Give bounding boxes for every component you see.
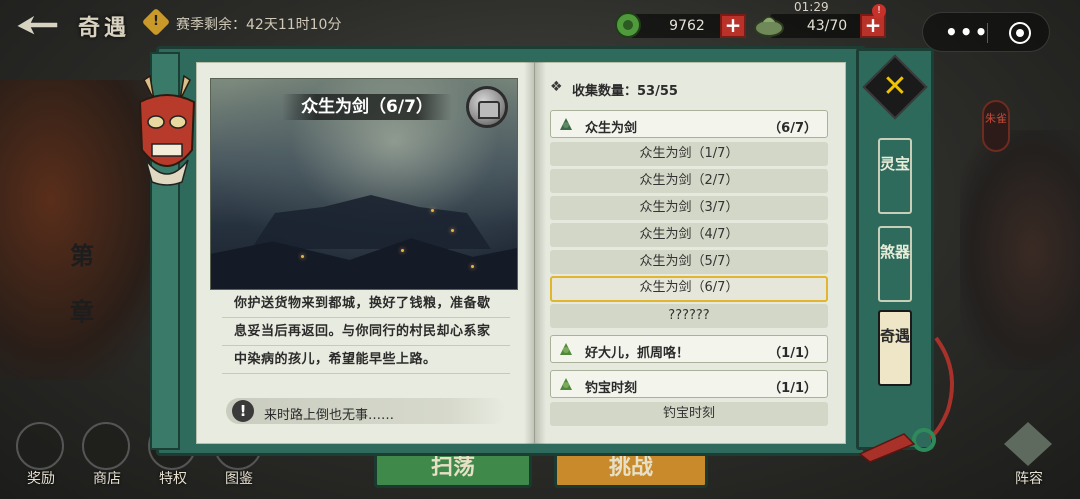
scene-lantern	[431, 209, 434, 212]
story-group-row[interactable]: 众生为剑 （6/7）	[550, 110, 828, 138]
capsule-divider	[987, 23, 988, 43]
scene-rooftops-far	[251, 195, 491, 249]
chapter-entry[interactable]: 众生为剑（1/7）	[550, 142, 828, 166]
add-jade-button[interactable]: +	[720, 14, 746, 38]
group-name: 钓宝时刻	[585, 381, 638, 396]
zhuque-badge[interactable]: 朱雀	[982, 100, 1010, 152]
story-desc-line: 你护送货物来到都城，换好了钱粮，准备歇	[222, 290, 510, 318]
energy-currency: 43/70 +	[752, 10, 892, 40]
leaf-cluster-icon	[560, 118, 572, 130]
close-mini-program-icon[interactable]	[1009, 22, 1031, 44]
collection-count: 收集数量：53/55	[572, 84, 678, 99]
demon-mask-icon	[138, 74, 196, 186]
nav-lineup-label: 阵容	[1015, 471, 1043, 487]
energy-icon	[754, 16, 784, 37]
season-warning-icon: !	[141, 7, 171, 37]
energy-value: 43/70	[806, 18, 848, 34]
season-warning-glyph: !	[153, 14, 159, 29]
energy-alert-badge: !	[872, 4, 886, 18]
group-count: （6/7）	[768, 121, 817, 136]
nav-shop-label: 商店	[93, 471, 121, 487]
leaf-cluster-icon	[560, 378, 572, 390]
chapter-entry[interactable]: 众生为剑（3/7）	[550, 196, 828, 220]
nav-reward[interactable]: 奖励	[12, 420, 70, 499]
leaf-cluster-icon	[560, 343, 572, 355]
scene-lantern	[301, 255, 304, 258]
story-desc-line: 中染病的孩儿，希望能早些上路。	[222, 346, 510, 374]
right-character-art	[960, 130, 1080, 370]
story-title: 众生为剑（6/7）	[282, 94, 452, 120]
nav-lineup[interactable]: 阵容	[994, 420, 1064, 490]
add-energy-button[interactable]: +	[860, 14, 886, 38]
close-icon[interactable]: ✕	[872, 64, 918, 110]
jade-icon	[615, 12, 641, 38]
group-name: 好大儿，抓周咯！	[585, 346, 690, 361]
jade-value: 9762	[669, 18, 705, 34]
top-bar: 奇遇 ! 赛季剩余：42天11时10分 9762 + 01:29 43/70 +…	[0, 0, 1080, 52]
group-count: （1/1）	[768, 381, 817, 396]
collection-count-icon: ❖	[550, 79, 563, 95]
story-description: 你护送货物来到都城，换好了钱粮，准备歇 息妥当后再返回。与你同行的村民却心系家 …	[222, 290, 510, 374]
chapter-entry[interactable]: 众生为剑（4/7）	[550, 223, 828, 247]
nav-reward-label: 奖励	[27, 471, 55, 487]
back-button[interactable]	[12, 8, 60, 40]
gift-icon	[16, 422, 64, 470]
chapter-entry[interactable]: 钓宝时刻	[550, 402, 828, 426]
shop-icon	[82, 422, 130, 470]
jade-currency: 9762 +	[612, 10, 752, 40]
scene-lantern	[471, 265, 474, 268]
hint-text: 来时路上倒也无事……	[264, 408, 395, 423]
chapter-entry[interactable]: 众生为剑（5/7）	[550, 250, 828, 274]
chapter-entry[interactable]: 众生为剑（2/7）	[550, 169, 828, 193]
scene-lantern	[401, 249, 404, 252]
book-gutter	[524, 62, 546, 444]
group-count: （1/1）	[768, 346, 817, 361]
flag-icon	[1004, 422, 1052, 466]
nav-collection-label: 图鉴	[225, 471, 253, 487]
scene-lantern	[451, 229, 454, 232]
chapter-label: 第 章	[70, 242, 94, 326]
exclamation-icon: !	[232, 400, 254, 422]
tab-shaqi[interactable]: 煞器	[878, 226, 912, 302]
story-group-row[interactable]: 好大儿，抓周咯！ （1/1）	[550, 335, 828, 363]
tassel-decoration	[858, 336, 954, 463]
mini-program-capsule: •••	[922, 12, 1050, 52]
treasure-chest-icon[interactable]	[466, 86, 508, 128]
story-group-row[interactable]: 钓宝时刻 （1/1）	[550, 370, 828, 398]
chapter-entry-locked[interactable]: ??????	[550, 304, 828, 328]
page-title: 奇遇	[78, 16, 131, 41]
season-remaining-text: 赛季剩余：42天11时10分	[176, 17, 342, 33]
group-name: 众生为剑	[585, 121, 638, 136]
nav-shop[interactable]: 商店	[78, 420, 136, 499]
back-arrow-icon	[14, 12, 59, 38]
story-desc-line: 息妥当后再返回。与你同行的村民却心系家	[222, 318, 510, 346]
tab-lingbao[interactable]: 灵宝	[878, 138, 912, 214]
chapter-entry-selected[interactable]: 众生为剑（6/7）	[550, 276, 828, 302]
more-options-button[interactable]: •••	[945, 20, 989, 44]
nav-privilege-label: 特权	[159, 471, 187, 487]
